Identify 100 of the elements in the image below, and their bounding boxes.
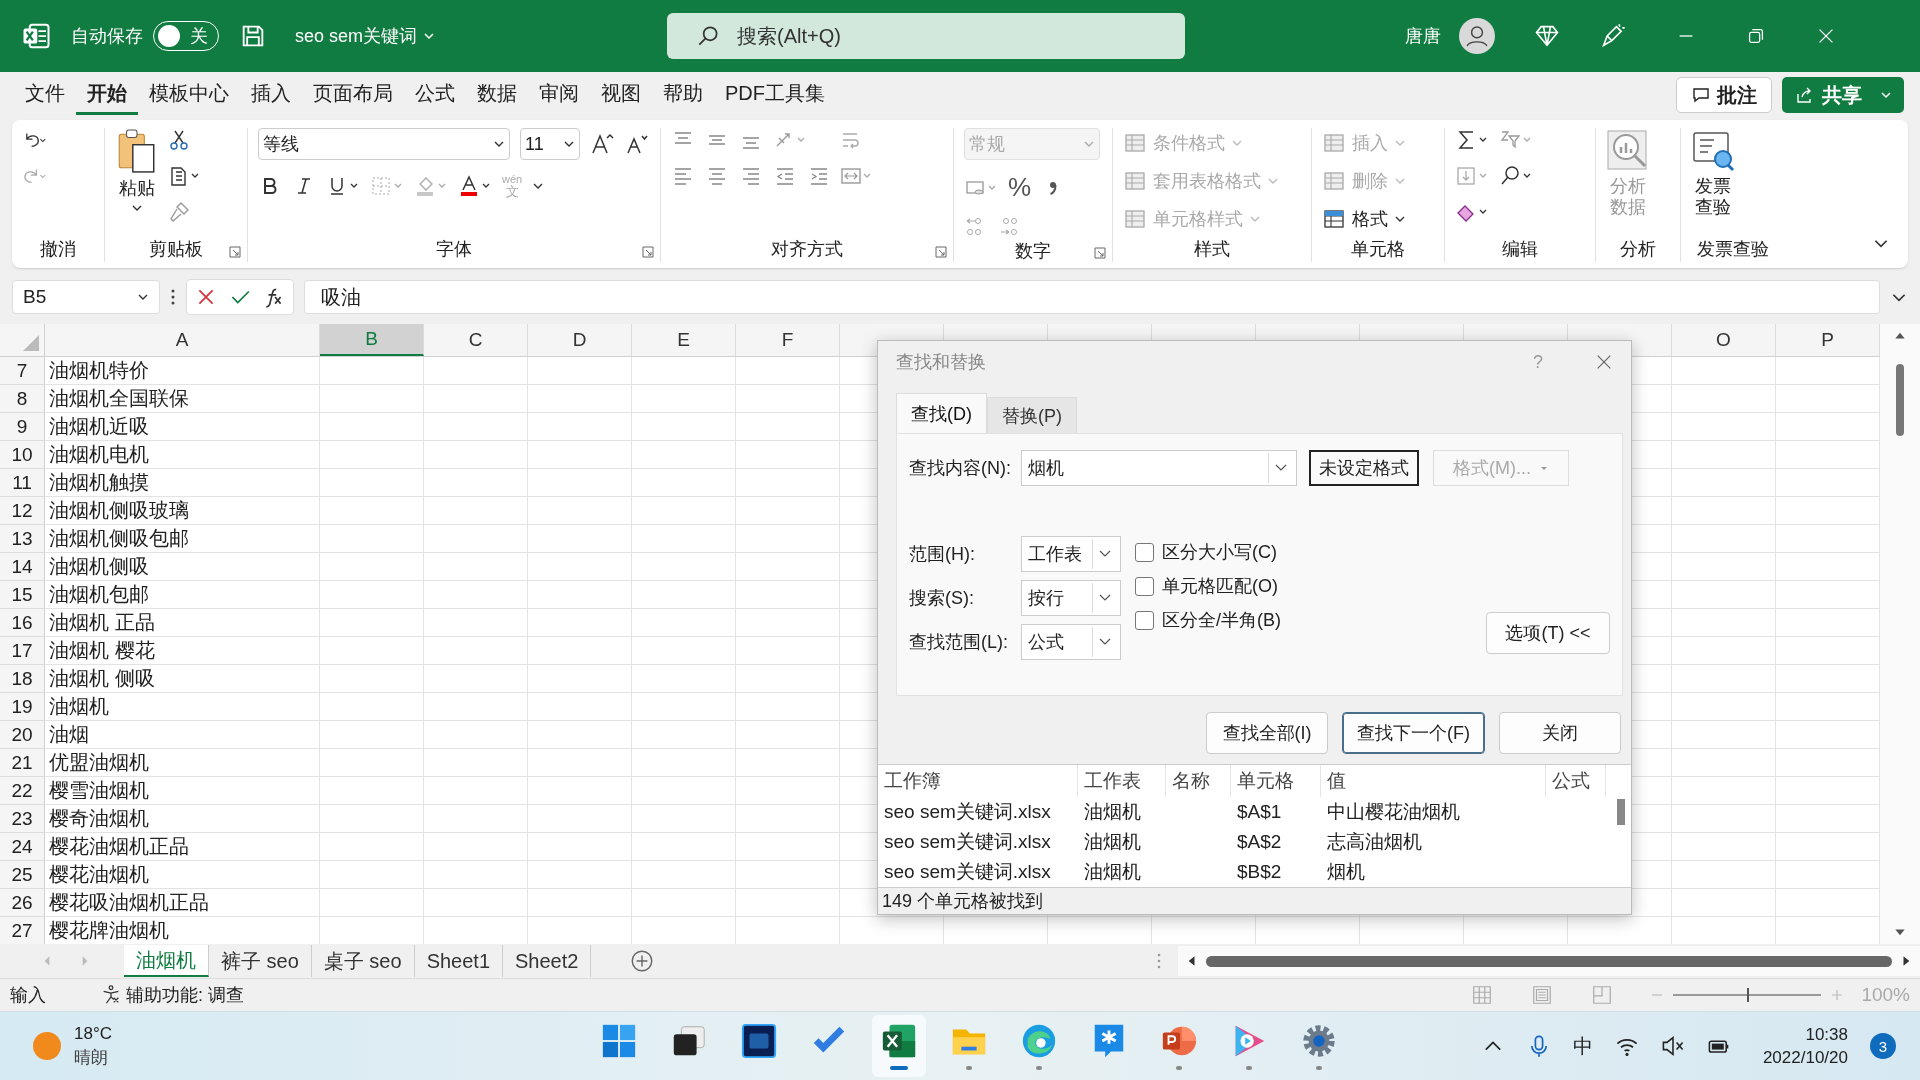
input-method-indicator[interactable]: 中 — [1572, 1032, 1593, 1060]
table-icon — [1322, 169, 1346, 193]
menu-tab[interactable]: 帮助 — [652, 75, 714, 115]
menu-tab[interactable]: 视图 — [590, 75, 652, 115]
row-header[interactable]: 20 — [0, 721, 45, 749]
more-icon[interactable] — [170, 287, 176, 307]
row-header[interactable]: 18 — [0, 665, 45, 693]
sheet-tab[interactable]: 桌子 seo — [311, 945, 415, 977]
scroll-thumb[interactable] — [1617, 799, 1625, 825]
sheet-tab[interactable]: 油烟机 — [124, 945, 209, 977]
row-header[interactable]: 10 — [0, 441, 45, 469]
row-header[interactable]: 24 — [0, 833, 45, 861]
file-name-menu[interactable]: seo sem关键词 — [289, 23, 442, 49]
results-count: 149 个单元格被找到 — [882, 890, 1044, 913]
row-header[interactable]: 13 — [0, 525, 45, 553]
row-header[interactable]: 7 — [0, 357, 45, 385]
cut-icon[interactable] — [167, 128, 191, 152]
ribbon-command-button[interactable]: 格式 — [1322, 204, 1406, 234]
font-name-field[interactable]: 等线 — [258, 128, 510, 160]
close-icon[interactable] — [1595, 353, 1613, 371]
row-header[interactable]: 11 — [0, 469, 45, 497]
row-header[interactable]: 27 — [0, 917, 45, 944]
clock-time[interactable]: 10:38 — [1805, 1024, 1848, 1045]
dialog-button[interactable]: 查找全部(I) — [1206, 712, 1328, 754]
font-size-field[interactable]: 11 — [520, 128, 580, 160]
search-field[interactable]: 搜索(Alt+Q) — [667, 13, 1186, 59]
dialog-tab[interactable]: 替换(P) — [987, 397, 1077, 433]
row-header[interactable]: 19 — [0, 693, 45, 721]
menu-tab[interactable]: PDF工具集 — [714, 75, 836, 115]
taskbar-button[interactable] — [872, 1015, 926, 1077]
menu-tab[interactable]: 开始 — [76, 75, 138, 115]
column-header[interactable]: 名称 — [1166, 765, 1231, 797]
clock-date[interactable]: 2022/10/20 — [1762, 1047, 1848, 1068]
option-dropdown[interactable]: 公式 — [1021, 624, 1121, 660]
dialog-launcher-icon[interactable] — [935, 246, 947, 258]
paste-button[interactable]: 粘贴 — [115, 128, 159, 214]
sheet-tab[interactable]: Sheet2 — [503, 945, 592, 977]
dialog-launcher-icon[interactable] — [1094, 247, 1106, 259]
row-header[interactable]: 21 — [0, 749, 45, 777]
table-cell-text: $B$2 — [1236, 860, 1283, 884]
column-header[interactable]: 工作表 — [1078, 765, 1166, 797]
dialog-button[interactable]: 关闭 — [1499, 712, 1621, 754]
menu-tab[interactable]: 审阅 — [528, 75, 590, 115]
row-header[interactable]: 15 — [0, 581, 45, 609]
comments-button[interactable]: 批注 — [1676, 77, 1772, 113]
dialog-button[interactable]: 查找下一个(F) — [1342, 712, 1485, 754]
checkbox[interactable] — [1135, 576, 1154, 596]
invoice-check-button[interactable]: 发票查验 — [1691, 128, 1735, 218]
formula-field[interactable]: 吸油 — [304, 280, 1880, 314]
find-what-field[interactable]: 烟机 — [1021, 450, 1297, 486]
scroll-thumb[interactable] — [1206, 955, 1892, 967]
caret-icon — [1880, 89, 1892, 101]
option-dropdown[interactable]: 按行 — [1021, 580, 1121, 616]
format-painter-icon[interactable] — [167, 200, 191, 224]
notification-badge[interactable]: 3 — [1870, 1033, 1896, 1059]
column-header[interactable]: 工作簿 — [878, 765, 1078, 797]
sheet-tab[interactable]: Sheet1 — [414, 945, 503, 977]
vertical-scrollbar[interactable] — [1880, 324, 1920, 944]
table-cell-text: seo sem关键词.xlsx — [883, 800, 1052, 824]
row-header[interactable]: 14 — [0, 553, 45, 581]
font-color-icon[interactable] — [458, 174, 492, 198]
column-header[interactable]: 值 — [1321, 765, 1546, 797]
row-header[interactable]: 8 — [0, 385, 45, 413]
checkbox[interactable] — [1135, 610, 1154, 630]
row-header[interactable]: 17 — [0, 637, 45, 665]
row-header[interactable]: 23 — [0, 805, 45, 833]
pen-icon[interactable] — [1599, 22, 1628, 50]
avatar-icon[interactable] — [1459, 18, 1496, 54]
sheet-tab[interactable]: 裤子 seo — [209, 945, 312, 977]
menu-tab[interactable]: 页面布局 — [302, 75, 404, 115]
dialog-launcher-icon[interactable] — [642, 246, 654, 258]
percent-style-button[interactable]: % — [1008, 172, 1032, 203]
accessibility-status[interactable]: 辅助功能: 调查 — [126, 983, 244, 1007]
name-box[interactable]: B5 — [12, 280, 160, 314]
menu-tab[interactable]: 文件 — [14, 75, 76, 115]
row-header[interactable]: 26 — [0, 889, 45, 917]
row-header[interactable]: 16 — [0, 609, 45, 637]
horizontal-scrollbar[interactable] — [1178, 946, 1920, 976]
menu-tab[interactable]: 插入 — [240, 75, 302, 115]
menu-tab[interactable]: 公式 — [404, 75, 466, 115]
table-cell-text: 烟机 — [1326, 860, 1366, 884]
row-header[interactable]: 25 — [0, 861, 45, 889]
splitter-icon[interactable] — [1156, 951, 1162, 971]
row-header[interactable]: 9 — [0, 413, 45, 441]
grow-font-icon[interactable] — [590, 132, 614, 156]
column-header[interactable]: 公式 — [1546, 765, 1606, 797]
dialog-tab[interactable]: 查找(D) — [896, 393, 987, 433]
row-header[interactable]: 22 — [0, 777, 45, 805]
dialog-launcher-icon[interactable] — [229, 246, 241, 258]
muted-speaker-icon[interactable] — [1660, 1034, 1685, 1058]
share-button[interactable]: 共享 — [1782, 77, 1904, 113]
row-header[interactable]: 12 — [0, 497, 45, 525]
scroll-thumb[interactable] — [1896, 364, 1904, 436]
option-dropdown[interactable]: 工作表 — [1021, 536, 1121, 572]
column-header[interactable]: 单元格 — [1231, 765, 1321, 797]
menu-tab[interactable]: 数据 — [466, 75, 528, 115]
menu-tab[interactable]: 模板中心 — [138, 75, 240, 115]
options-button[interactable]: 选项(T) << — [1486, 612, 1610, 654]
group-label: 字体 — [436, 238, 472, 261]
checkbox[interactable] — [1135, 542, 1154, 562]
